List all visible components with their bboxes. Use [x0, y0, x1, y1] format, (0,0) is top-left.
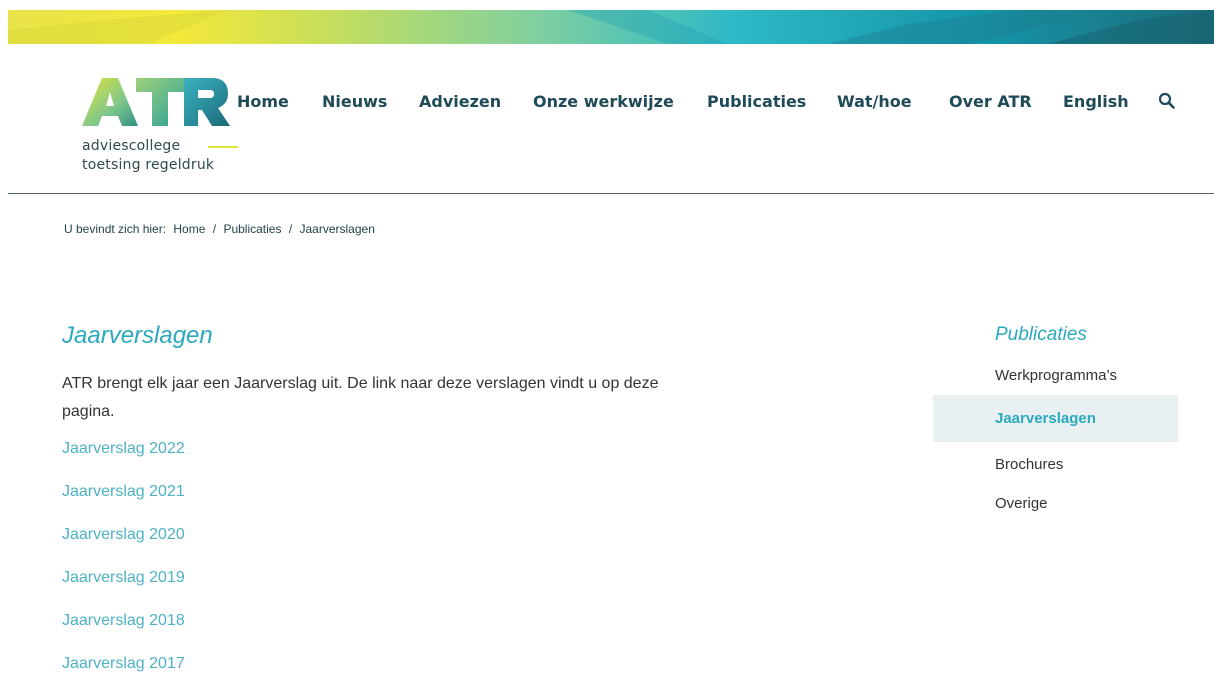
- sidebar-item-brochures[interactable]: Brochures: [995, 456, 1063, 473]
- sidebar-item-werkprogrammas[interactable]: Werkprogramma’s: [995, 367, 1117, 384]
- list-item: Jaarverslag 2022: [62, 440, 185, 483]
- nav-item-onze-werkwijze[interactable]: Onze werkwijze: [533, 92, 674, 111]
- sidebar-item-jaarverslagen[interactable]: Jaarverslagen: [995, 410, 1096, 427]
- sidebar-title: Publicaties: [995, 324, 1087, 345]
- report-link-2017[interactable]: Jaarverslag 2017: [62, 655, 185, 672]
- breadcrumb-home[interactable]: Home: [173, 222, 205, 236]
- header-banner: [8, 10, 1214, 44]
- sidebar-item-overige[interactable]: Overige: [995, 495, 1048, 512]
- logo-accent-line: [208, 146, 238, 148]
- nav-item-english[interactable]: English: [1063, 92, 1129, 111]
- report-link-2018[interactable]: Jaarverslag 2018: [62, 612, 185, 629]
- nav-item-adviezen[interactable]: Adviezen: [419, 92, 501, 111]
- list-item: Jaarverslag 2017: [62, 655, 185, 698]
- breadcrumb-separator: /: [212, 222, 217, 236]
- list-item: Jaarverslag 2021: [62, 483, 185, 526]
- atr-logo-mark: [82, 78, 230, 126]
- logo-tagline-1: adviescollege: [82, 138, 181, 154]
- logo-tagline-2: toetsing regeldruk: [82, 157, 215, 173]
- nav-item-wat-hoe[interactable]: Wat/hoe: [837, 92, 912, 111]
- atr-logo[interactable]: adviescollege toetsing regeldruk: [80, 78, 238, 178]
- intro-text: ATR brengt elk jaar een Jaarverslag uit.…: [62, 375, 659, 420]
- list-item: Jaarverslag 2020: [62, 526, 185, 569]
- nav-item-publicaties[interactable]: Publicaties: [707, 92, 806, 111]
- header-divider: [8, 193, 1214, 194]
- breadcrumb-separator: /: [288, 222, 293, 236]
- list-item: Jaarverslag 2018: [62, 612, 185, 655]
- page-title: Jaarverslagen: [62, 322, 213, 349]
- breadcrumb-prefix: U bevindt zich hier:: [64, 222, 167, 236]
- banner-shapes: [8, 10, 1214, 44]
- breadcrumb: U bevindt zich hier: Home / Publicaties …: [64, 222, 375, 236]
- breadcrumb-publicaties[interactable]: Publicaties: [223, 222, 281, 236]
- nav-item-over-atr[interactable]: Over ATR: [949, 92, 1032, 111]
- report-list: Jaarverslag 2022 Jaarverslag 2021 Jaarve…: [62, 440, 185, 698]
- search-icon[interactable]: [1158, 92, 1176, 115]
- breadcrumb-jaarverslagen[interactable]: Jaarverslagen: [300, 222, 375, 236]
- report-link-2020[interactable]: Jaarverslag 2020: [62, 526, 185, 543]
- report-link-2019[interactable]: Jaarverslag 2019: [62, 569, 185, 586]
- nav-item-nieuws[interactable]: Nieuws: [322, 92, 387, 111]
- list-item: Jaarverslag 2019: [62, 569, 185, 612]
- report-link-2022[interactable]: Jaarverslag 2022: [62, 440, 185, 457]
- report-link-2021[interactable]: Jaarverslag 2021: [62, 483, 185, 500]
- nav-item-home[interactable]: Home: [237, 92, 289, 111]
